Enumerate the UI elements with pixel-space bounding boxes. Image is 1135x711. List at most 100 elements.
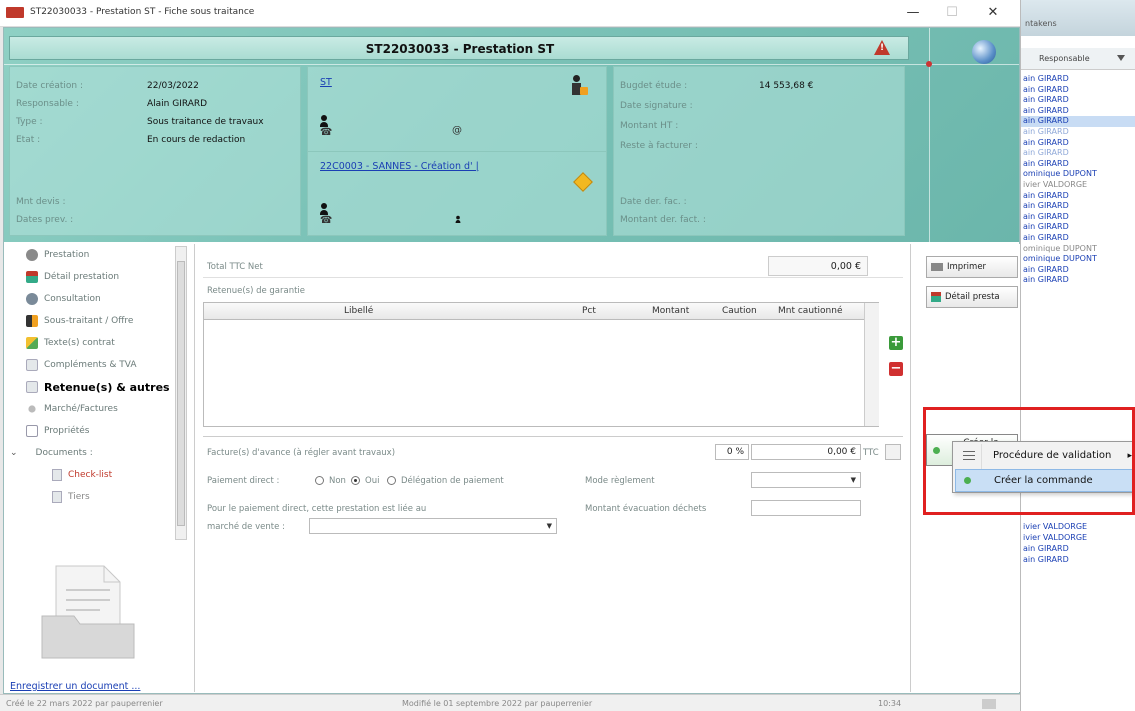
gear-icon (26, 249, 38, 261)
responsable-label: Responsable : (16, 99, 79, 109)
col-caution[interactable]: Caution (722, 306, 757, 316)
list-row[interactable]: ain GIRARD (1021, 222, 1135, 233)
list-row[interactable]: ain GIRARD (1021, 159, 1135, 170)
globe-icon[interactable] (972, 40, 996, 64)
dot-icon (28, 405, 36, 413)
list-row[interactable]: ain GIRARD (1021, 275, 1135, 286)
list-row[interactable]: ominique DUPONT (1021, 244, 1135, 255)
list-row[interactable]: ominique DUPONT (1021, 254, 1135, 265)
radio-oui[interactable] (351, 476, 360, 485)
scroll-thumb[interactable] (177, 261, 185, 526)
nav-marche-factures[interactable]: Marché/Factures (26, 400, 118, 418)
filter-icon[interactable] (1117, 55, 1125, 61)
warning-icon[interactable] (874, 40, 890, 55)
list-row[interactable]: ominique DUPONT (1021, 169, 1135, 180)
nav-label: Propriétés (44, 426, 90, 436)
radio-non-label[interactable]: Non (329, 476, 346, 486)
detail-presta-button[interactable]: Détail presta (926, 286, 1018, 308)
retenues-grid[interactable]: Libellé Pct Montant Caution Mnt cautionn… (203, 302, 879, 427)
nav-sous-traitant[interactable]: Sous-traitant / Offre (26, 312, 133, 330)
maximize-button[interactable]: ☐ (937, 3, 967, 23)
remove-row-button[interactable]: − (889, 362, 903, 376)
roadwork-icon[interactable] (573, 172, 593, 192)
nav-detail-prestation[interactable]: Détail prestation (26, 268, 119, 286)
nav-sidebar: Prestation Détail prestation Consultatio… (4, 244, 189, 692)
annotation-highlight-box (923, 407, 1135, 515)
st-link[interactable]: ST (320, 77, 332, 88)
montant-evacuation-input[interactable] (751, 500, 861, 516)
list-row[interactable]: ain GIRARD (1021, 212, 1135, 223)
document-drop-icon[interactable] (34, 554, 144, 664)
col-libelle[interactable]: Libellé (344, 306, 373, 316)
col-mnt-cautionne[interactable]: Mnt cautionné (778, 306, 843, 316)
nav-retenues-autres[interactable]: Retenue(s) & autres (26, 378, 170, 396)
chevron-down-icon: ▼ (546, 522, 552, 530)
radio-delegation[interactable] (387, 476, 396, 485)
project-link[interactable]: 22C0003 - SANNES - Création d' | (320, 161, 479, 172)
radio-oui-label[interactable]: Oui (365, 476, 379, 486)
pen-icon (26, 337, 38, 349)
mode-reglement-select[interactable]: ▼ (751, 472, 861, 488)
col-pct[interactable]: Pct (582, 306, 596, 316)
list-row[interactable]: ain GIRARD (1021, 85, 1135, 96)
nav-complements-tva[interactable]: Compléments & TVA (26, 356, 137, 374)
nav-tiers[interactable]: Tiers (52, 488, 90, 506)
grid-scrollbar[interactable] (864, 303, 879, 426)
col-montant[interactable]: Montant (652, 306, 689, 316)
list-row[interactable]: ain GIRARD (1021, 544, 1135, 555)
list-row[interactable]: ain GIRARD (1021, 138, 1135, 149)
list-row[interactable]: ain GIRARD (1021, 148, 1135, 159)
list-row[interactable]: ivier VALDORGE (1021, 180, 1135, 191)
decor-dot (926, 61, 932, 67)
nav-checklist[interactable]: Check-list (52, 466, 112, 484)
doc-icon (26, 381, 38, 393)
responsable-value: Alain GIRARD (147, 99, 208, 109)
retenues-label: Retenue(s) de garantie (207, 286, 306, 296)
list-row[interactable]: ain GIRARD (1021, 265, 1135, 276)
marche-vente-select[interactable]: ▼ (309, 518, 557, 534)
add-row-button[interactable]: + (889, 336, 903, 350)
list-row[interactable]: ain GIRARD (1021, 191, 1135, 202)
nav-prestation[interactable]: Prestation (26, 246, 89, 264)
radio-non[interactable] (315, 476, 324, 485)
list-row[interactable]: ivier VALDORGE (1021, 533, 1135, 544)
nav-scrollbar[interactable] (175, 246, 187, 540)
nav-consultation[interactable]: Consultation (26, 290, 101, 308)
reste-facturer-label: Reste à facturer : (620, 141, 698, 151)
list-row[interactable]: ain GIRARD (1021, 74, 1135, 85)
minimize-button[interactable]: — (898, 3, 928, 23)
chevron-down-icon[interactable]: ⌄ (10, 448, 18, 458)
radio-delegation-label[interactable]: Délégation de paiement (401, 476, 504, 486)
mode-reglement-label: Mode règlement (585, 476, 655, 486)
app-icon (6, 7, 24, 18)
close-button[interactable]: ✕ (978, 3, 1008, 23)
list-row[interactable]: ain GIRARD (1021, 95, 1135, 106)
resize-grip-icon[interactable] (982, 699, 996, 709)
nav-label: Marché/Factures (44, 404, 118, 414)
list-row[interactable]: ain GIRARD (1021, 127, 1135, 138)
list-row[interactable]: ain GIRARD (1021, 233, 1135, 244)
nav-label: Tiers (68, 492, 90, 502)
subcontractor-icon[interactable] (570, 75, 588, 97)
amount-input[interactable]: 0,00 € (751, 444, 861, 460)
link-icon[interactable] (885, 444, 901, 460)
montant-der-fact-label: Montant der. fact. : (620, 215, 706, 225)
print-button[interactable]: Imprimer (926, 256, 1018, 278)
email-icon[interactable]: @ (452, 125, 462, 136)
chevron-down-icon: ▼ (850, 476, 856, 484)
list-row[interactable]: ivier VALDORGE (1021, 522, 1135, 533)
etat-label: Etat : (16, 135, 41, 145)
list-row[interactable]: ain GIRARD (1021, 555, 1135, 566)
list-row[interactable]: ain GIRARD (1021, 106, 1135, 117)
list-row[interactable]: ain GIRARD (1021, 201, 1135, 212)
nav-textes-contrat[interactable]: Texte(s) contrat (26, 334, 115, 352)
list-row[interactable]: ain GIRARD (1021, 116, 1135, 128)
save-document-link[interactable]: Enregistrer un document ... (10, 681, 140, 692)
date-creation-label: Date création : (16, 81, 84, 91)
list-tab[interactable]: ntakens (1021, 18, 1071, 32)
nav-proprietes[interactable]: Propriétés (26, 422, 89, 440)
pct-input[interactable]: 0 % (715, 444, 749, 460)
nav-documents[interactable]: ⌄ Documents : (10, 444, 93, 462)
phone-icon: ☎ (320, 215, 333, 226)
checklist-icon (52, 469, 62, 481)
